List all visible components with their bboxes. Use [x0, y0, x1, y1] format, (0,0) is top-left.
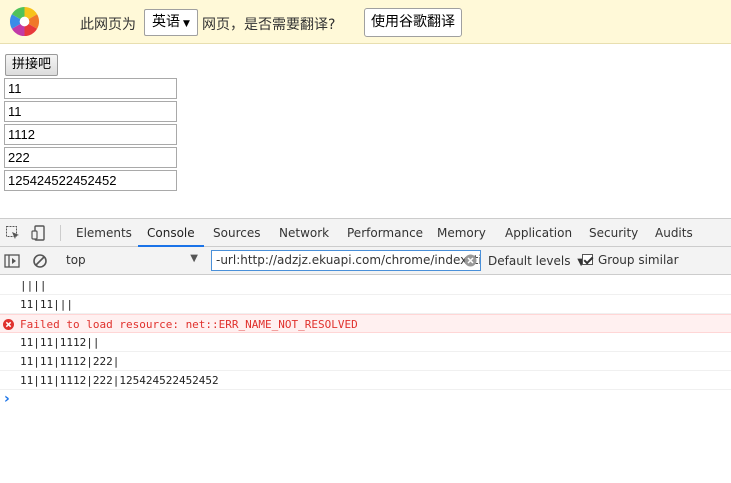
log-levels-dropdown[interactable]: Default levels ▼: [488, 254, 585, 268]
log-text: 11|11|||: [20, 298, 73, 311]
chevron-down-icon: ▼: [183, 19, 190, 29]
toolbar-divider: [60, 225, 61, 241]
console-log-row: 11|11|1112|222|125424522452452: [0, 371, 731, 390]
inspect-element-icon[interactable]: [5, 225, 21, 241]
console-log-row: 11|11|1112|222|: [0, 352, 731, 371]
error-text: Failed to load resource: net::ERR_NAME_N…: [20, 318, 358, 331]
join-button[interactable]: 拼接吧: [5, 54, 59, 76]
show-sidebar-icon[interactable]: [4, 253, 20, 269]
tab-application[interactable]: Application: [505, 219, 572, 247]
log-text: 11|11|1112|222|125424522452452: [20, 374, 219, 387]
console-log-row: 11|11|||: [0, 295, 731, 314]
console-log-row: ||||: [0, 276, 731, 295]
context-label: top: [66, 253, 86, 267]
tab-sources[interactable]: Sources: [213, 219, 260, 247]
console-input-prompt[interactable]: ›: [0, 390, 731, 409]
devtools-tab-bar: Elements Console Sources Network Perform…: [0, 219, 731, 247]
group-similar-checkbox[interactable]: [582, 254, 593, 265]
tab-security[interactable]: Security: [589, 219, 638, 247]
translate-prompt-prefix: 此网页为: [80, 17, 136, 33]
filter-text: -url:http://adzjz.ekuapi.com/chrome/inde…: [216, 253, 481, 267]
log-text: 11|11|1112|222|: [20, 355, 120, 368]
log-levels-label: Default levels: [488, 254, 571, 268]
error-icon: [3, 319, 14, 330]
input-field-3[interactable]: [4, 124, 177, 145]
log-text: ||||: [20, 279, 47, 292]
group-similar-label: Group similar: [598, 253, 679, 267]
source-language-dropdown[interactable]: 英语 ▼: [144, 9, 198, 36]
tab-audits[interactable]: Audits: [655, 219, 693, 247]
chevron-down-icon: ▼: [190, 253, 198, 264]
clear-filter-icon[interactable]: [464, 254, 477, 267]
tab-console[interactable]: Console: [138, 219, 204, 247]
context-selector[interactable]: top ▼: [66, 253, 200, 267]
input-field-4[interactable]: [4, 147, 177, 168]
input-field-2[interactable]: [4, 101, 177, 122]
log-text: 11|11|1112||: [20, 336, 100, 349]
prompt-chevron-icon: ›: [4, 391, 10, 407]
clear-console-icon[interactable]: [32, 253, 48, 269]
browser-logo-icon: [9, 6, 40, 37]
translate-bar: 此网页为 英语 ▼ 网页，是否需要翻译? 使用谷歌翻译: [0, 0, 731, 44]
tab-performance[interactable]: Performance: [347, 219, 423, 247]
console-filter-input[interactable]: -url:http://adzjz.ekuapi.com/chrome/inde…: [211, 250, 481, 271]
group-similar-toggle[interactable]: Group similar: [582, 253, 679, 267]
console-toolbar: top ▼ -url:http://adzjz.ekuapi.com/chrom…: [0, 247, 731, 275]
source-language-label: 英语: [152, 14, 180, 30]
tab-memory[interactable]: Memory: [437, 219, 486, 247]
console-error-row: Failed to load resource: net::ERR_NAME_N…: [0, 314, 731, 333]
tab-elements[interactable]: Elements: [76, 219, 132, 247]
translate-prompt-suffix: 网页，是否需要翻译?: [202, 17, 336, 33]
input-field-5[interactable]: [4, 170, 177, 191]
device-toolbar-icon[interactable]: [31, 225, 47, 241]
tab-network[interactable]: Network: [279, 219, 329, 247]
console-messages: |||| 11|11||| Failed to load resource: n…: [0, 276, 731, 409]
translate-button[interactable]: 使用谷歌翻译: [364, 8, 462, 37]
console-log-row: 11|11|1112||: [0, 333, 731, 352]
input-field-1[interactable]: [4, 78, 177, 99]
devtools-panel: Elements Console Sources Network Perform…: [0, 218, 731, 483]
